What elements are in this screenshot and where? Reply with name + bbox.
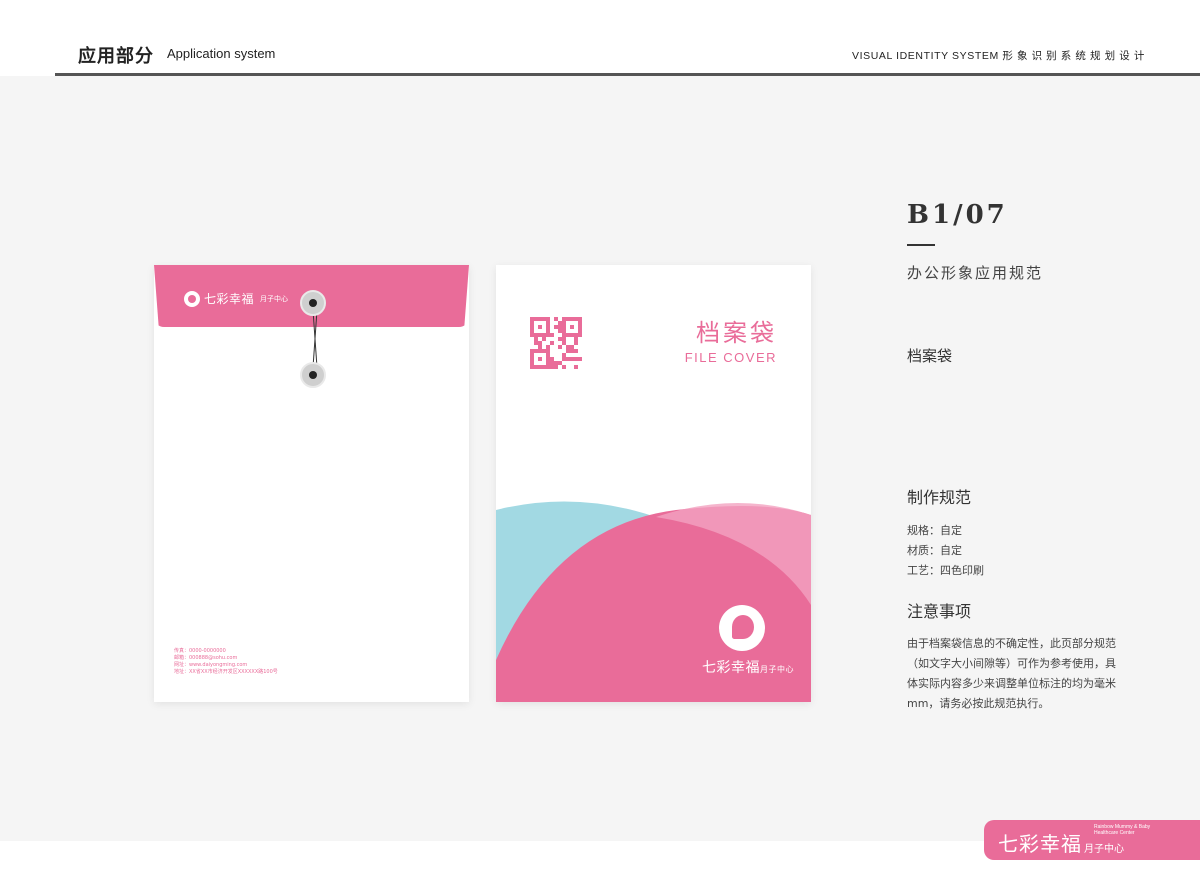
contact-line: 传真：0000-0000000 (174, 648, 226, 654)
badge-english: Rainbow Mummy & Baby Healthcare Center (1094, 824, 1151, 836)
system-title: VISUAL IDENTITY SYSTEM 形 象 识 别 系 统 规 划 设… (852, 50, 1145, 62)
contact-line: 网址：www.daiyongming.com (174, 662, 248, 668)
badge-brand-suffix: 月子中心 (1084, 844, 1124, 855)
envelope-brand-name: 七彩幸福 (204, 292, 255, 306)
note-title: 注意事项 (907, 602, 972, 621)
cover-brand-name: 七彩幸福月子中心 (702, 657, 794, 677)
envelope-logo: 七彩幸福 月子中心 (184, 290, 288, 307)
cover-logo: 七彩幸福月子中心 (702, 605, 794, 677)
page-header: 应用部分 Application system VISUAL IDENTITY … (0, 0, 1200, 76)
cover-subtitle: FILE COVER (684, 350, 777, 365)
badge-brand-name: 七彩幸福 (998, 832, 1082, 856)
envelope-button-icon (300, 362, 326, 388)
note-body: 由于档案袋信息的不确定性，此页部分规范（如文字大小间隙等）可作为参考使用，具体实… (907, 637, 1116, 710)
page-code: B1/07 (907, 200, 1008, 230)
qr-module (578, 365, 582, 369)
envelope-button-icon (300, 290, 326, 316)
code-divider (907, 244, 935, 246)
envelope-brand-suffix: 月子中心 (260, 294, 289, 303)
category-label: 办公形象应用规范 (907, 264, 1044, 282)
envelope-mockup: 七彩幸福 月子中心 传真：0000-0000000 邮箱：000888@sohu… (154, 265, 469, 702)
spec-material: 材质：自定 (907, 544, 962, 557)
brand-emblem-icon (719, 605, 765, 651)
contact-line: 地址：XX省XX市经济开发区XXXXXX路100号 (174, 669, 278, 675)
spec-size: 规格：自定 (907, 524, 962, 537)
file-cover-mockup: 档案袋 FILE COVER 七彩幸福月子中心 (496, 265, 811, 702)
qr-code-icon (530, 317, 582, 369)
contact-line: 邮箱：000888@sohu.com (174, 655, 238, 661)
brand-badge: 七彩幸福 Rainbow Mummy & Baby Healthcare Cen… (984, 820, 1200, 860)
section-subtitle: Application system (167, 46, 276, 61)
item-name: 档案袋 (907, 347, 953, 365)
section-title: 应用部分 (78, 46, 154, 67)
cover-title: 档案袋 (696, 319, 777, 347)
envelope-contact-block: 传真：0000-0000000 邮箱：000888@sohu.com 网址：ww… (174, 648, 278, 676)
cover-brand-suffix: 月子中心 (760, 665, 794, 674)
spec-title: 制作规范 (907, 488, 972, 507)
spec-process: 工艺：四色印刷 (907, 564, 984, 577)
cover-brand-text: 七彩幸福 (702, 660, 760, 676)
brand-emblem-icon (184, 290, 200, 307)
